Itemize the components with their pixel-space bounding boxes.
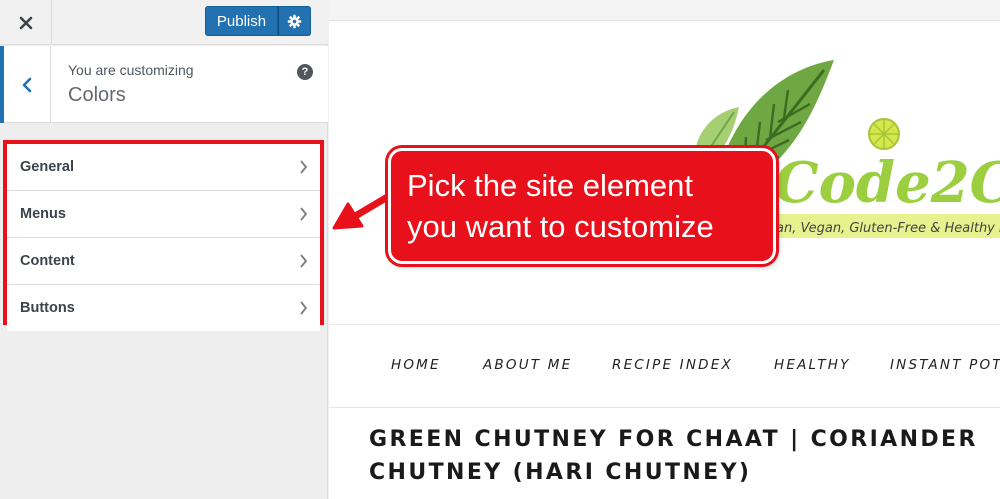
back-button[interactable] <box>0 46 51 123</box>
gear-icon <box>287 14 302 28</box>
callout-line: you want to customize <box>407 209 714 244</box>
color-section-list: General Menus Content Buttons <box>3 140 324 331</box>
post-title-line: GREEN CHUTNEY FOR CHAAT | CORIANDER <box>369 427 978 452</box>
menu-item-buttons[interactable]: Buttons <box>7 285 320 331</box>
post-title[interactable]: GREEN CHUTNEY FOR CHAAT | CORIANDER CHUT… <box>369 423 1000 489</box>
help-icon[interactable]: ? <box>297 64 313 80</box>
section-title: Colors <box>68 84 126 106</box>
nav-item-instant-pot[interactable]: INSTANT POT <box>890 357 1000 373</box>
publish-button[interactable]: Publish <box>205 6 278 36</box>
close-icon <box>19 16 32 29</box>
chevron-right-icon <box>300 301 308 315</box>
menu-item-content[interactable]: Content <box>7 238 320 285</box>
chevron-right-icon <box>300 254 308 268</box>
callout-line: Pick the site element <box>407 168 694 203</box>
preview-top-band <box>329 0 1000 21</box>
menu-item-label: Buttons <box>20 300 75 316</box>
menu-item-label: Content <box>20 253 75 269</box>
nav-item-recipe-index[interactable]: RECIPE INDEX <box>612 357 733 373</box>
chevron-right-icon <box>300 160 308 174</box>
publish-settings-button[interactable] <box>278 6 311 36</box>
callout-box: Pick the site element you want to custom… <box>388 148 776 264</box>
nav-item-home[interactable]: HOME <box>391 357 441 373</box>
chevron-left-icon <box>22 77 32 92</box>
section-header: You are customizing Colors <box>0 46 328 123</box>
lime-icon <box>868 118 900 150</box>
chevron-right-icon <box>300 207 308 221</box>
publish-group: Publish <box>205 6 311 36</box>
sidebar-header: Publish <box>0 0 328 45</box>
menu-item-general[interactable]: General <box>7 144 320 191</box>
site-nav: HOME ABOUT ME RECIPE INDEX HEALTHY INSTA… <box>329 324 1000 408</box>
customizing-label: You are customizing <box>68 62 194 78</box>
post-title-line: CHUTNEY (HARI CHUTNEY) <box>369 460 752 485</box>
nav-item-about-me[interactable]: ABOUT ME <box>483 357 572 373</box>
menu-item-label: General <box>20 159 74 175</box>
nav-item-healthy[interactable]: HEALTHY <box>774 357 851 373</box>
logo-text: Code2Coo <box>774 150 1000 216</box>
menu-item-menus[interactable]: Menus <box>7 191 320 238</box>
logo-tagline: an, Vegan, Gluten-Free & Healthy R <box>776 221 1000 236</box>
close-button[interactable] <box>0 0 52 45</box>
customizer-sidebar: Publish You are customizing Colors ? Gen… <box>0 0 328 499</box>
menu-item-label: Menus <box>20 206 66 222</box>
